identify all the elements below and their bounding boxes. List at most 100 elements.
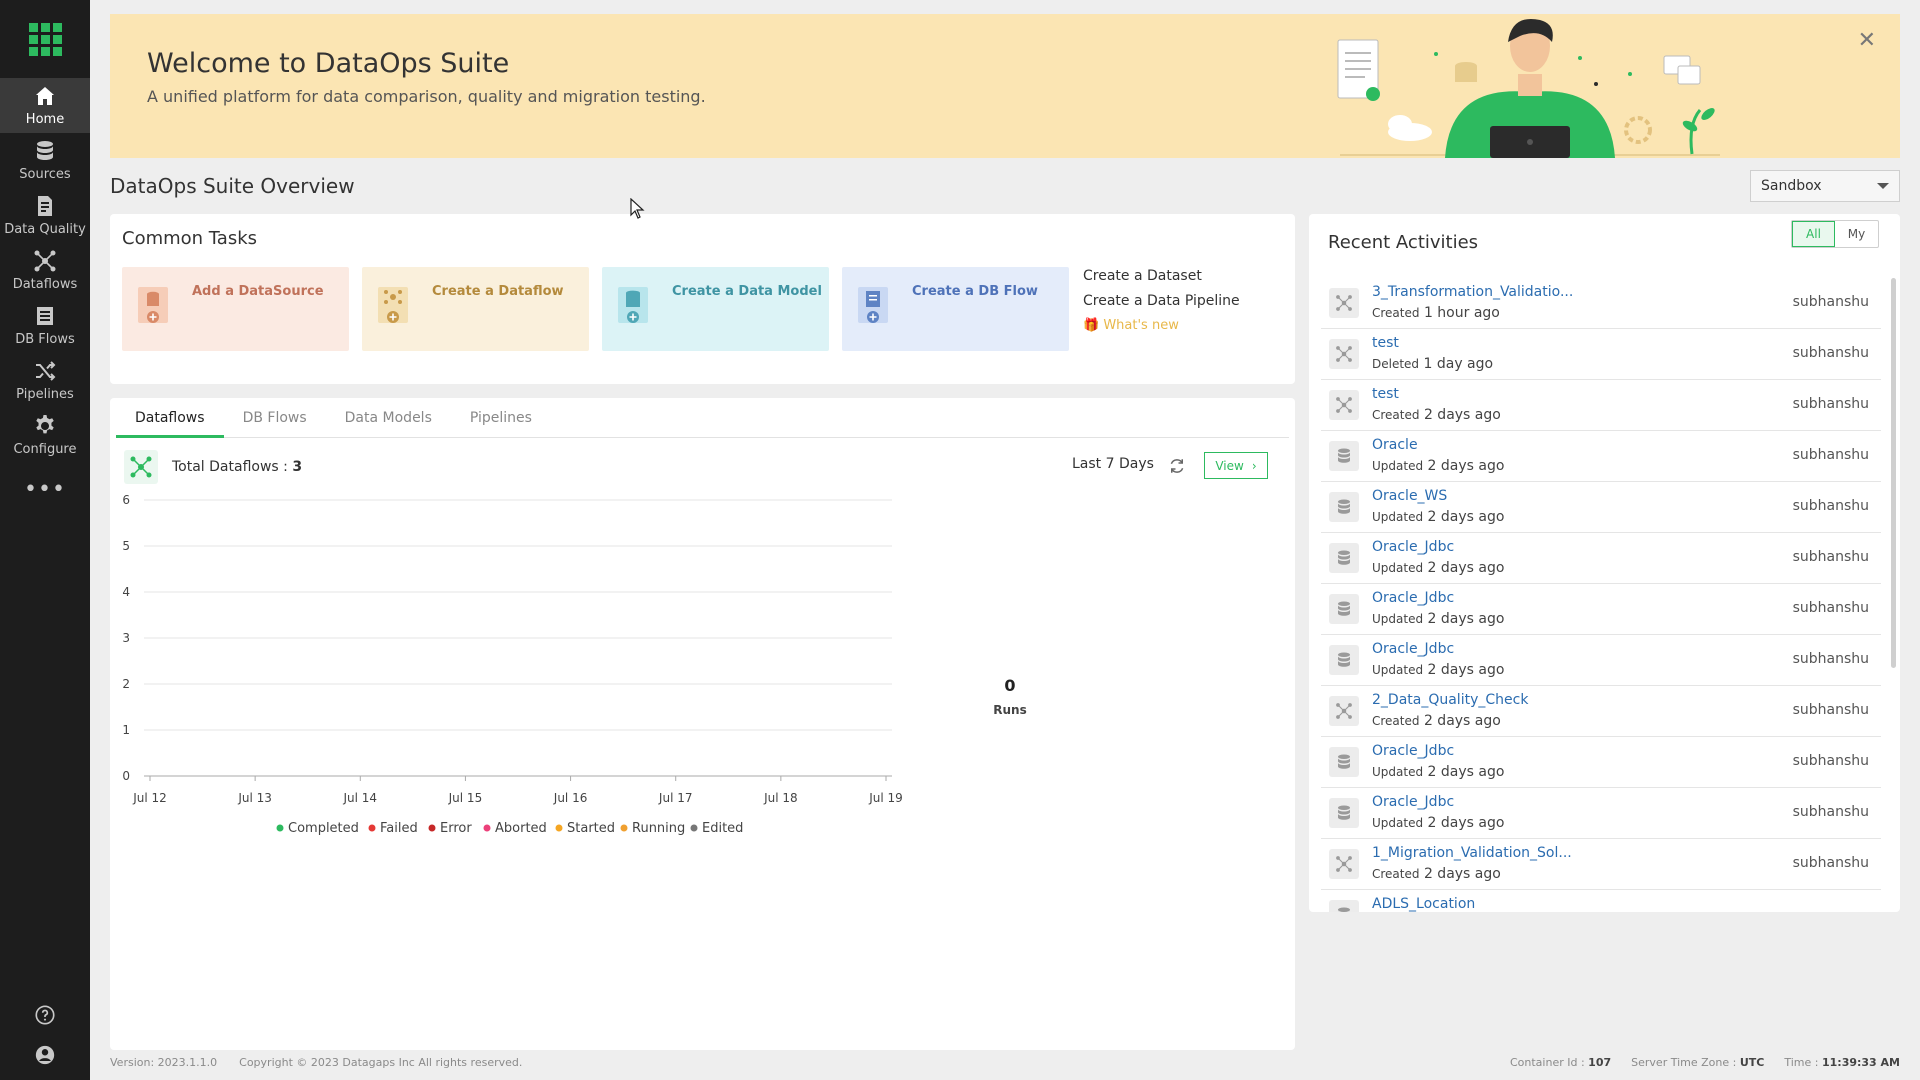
database-icon: [1329, 543, 1359, 573]
activity-row[interactable]: Oracle_WS Updated 2 days ago subhanshu: [1321, 482, 1881, 533]
activity-row[interactable]: Oracle_Jdbc Updated 2 days ago subhanshu: [1321, 737, 1881, 788]
tile-label: Create a Data Model: [672, 284, 822, 299]
activity-name[interactable]: 3_Transformation_Validatio...: [1372, 284, 1573, 300]
activity-name[interactable]: Oracle_Jdbc: [1372, 743, 1454, 759]
activity-row[interactable]: Oracle_Jdbc Updated 2 days ago subhanshu: [1321, 584, 1881, 635]
sidebar-item-sources[interactable]: Sources: [0, 133, 90, 188]
whats-new-link[interactable]: 🎁 What's new: [1083, 318, 1240, 333]
sidebar-item-dataflows[interactable]: Dataflows: [0, 243, 90, 298]
sidebar-item-data-quality[interactable]: Data Quality: [0, 188, 90, 243]
copyright-text: Copyright © 2023 Datagaps Inc All rights…: [239, 1056, 523, 1069]
date-range-label[interactable]: Last 7 Days: [1072, 456, 1154, 472]
activity-row[interactable]: 1_Migration_Validation_Sol... Created 2 d…: [1321, 839, 1881, 890]
y-tick-label: 6: [122, 493, 130, 507]
mouse-cursor-icon: [630, 198, 645, 219]
y-tick-label: 2: [122, 677, 130, 691]
home-icon: [36, 87, 54, 105]
activity-meta: Updated 2 days ago: [1372, 815, 1505, 831]
activity-name[interactable]: 1_Migration_Validation_Sol...: [1372, 845, 1572, 861]
dataflow-icon: [1329, 390, 1359, 420]
tab-db-flows[interactable]: DB Flows: [224, 398, 326, 438]
activity-user: subhanshu: [1792, 651, 1869, 667]
activity-user: subhanshu: [1792, 498, 1869, 514]
sidebar-item-configure[interactable]: Configure: [0, 408, 90, 463]
legend-marker: [276, 824, 284, 832]
activity-user: subhanshu: [1792, 447, 1869, 463]
environment-value: Sandbox: [1761, 178, 1822, 194]
db-flow-icon: [37, 307, 53, 325]
banner-illustration: [1337, 18, 1720, 158]
y-tick-label: 1: [122, 723, 130, 737]
activity-meta: Updated 2 days ago: [1372, 560, 1505, 576]
tab-dataflows[interactable]: Dataflows: [116, 398, 224, 438]
chevron-down-icon: [1877, 183, 1889, 189]
database-icon: [1329, 645, 1359, 675]
activity-name[interactable]: Oracle_Jdbc: [1372, 590, 1454, 606]
view-button[interactable]: View ›: [1204, 452, 1268, 479]
tab-pipelines[interactable]: Pipelines: [451, 398, 551, 438]
sidebar-item-label: Data Quality: [4, 222, 86, 237]
document-check-icon: [38, 196, 52, 216]
close-icon[interactable]: ✕: [1858, 28, 1876, 53]
runs-label: Runs: [993, 703, 1027, 717]
filter-my-button[interactable]: My: [1835, 221, 1878, 247]
tab-data-models[interactable]: Data Models: [326, 398, 451, 438]
legend-label: Running: [632, 821, 685, 836]
runs-count: 0: [1004, 676, 1016, 695]
create-dataflow-tile[interactable]: Create a Dataflow: [362, 267, 589, 351]
sidebar-item-label: Dataflows: [12, 277, 78, 292]
activity-row[interactable]: Oracle_Jdbc Updated 2 days ago subhanshu: [1321, 635, 1881, 686]
sidebar-item-pipelines[interactable]: Pipelines: [0, 353, 90, 408]
recent-activities-title: Recent Activities: [1328, 232, 1479, 253]
more-menu-icon[interactable]: •••: [24, 477, 66, 502]
app-logo[interactable]: [0, 0, 90, 78]
tile-label: Add a DataSource: [192, 284, 324, 299]
environment-select[interactable]: Sandbox: [1750, 170, 1900, 202]
activity-row[interactable]: test Created 2 days ago subhanshu: [1321, 380, 1881, 431]
activity-name[interactable]: Oracle_WS: [1372, 488, 1447, 504]
activity-name[interactable]: Oracle_Jdbc: [1372, 641, 1454, 657]
create-dataset-link[interactable]: Create a Dataset: [1083, 268, 1240, 284]
activity-row[interactable]: Oracle Updated 2 days ago subhanshu: [1321, 431, 1881, 482]
database-icon: [37, 141, 53, 160]
help-icon[interactable]: [34, 1004, 56, 1026]
activity-name[interactable]: 2_Data_Quality_Check: [1372, 692, 1528, 708]
create-db-flow-tile[interactable]: Create a DB Flow: [842, 267, 1069, 351]
create-data-model-tile[interactable]: Create a Data Model: [602, 267, 829, 351]
activity-user: subhanshu: [1792, 396, 1869, 412]
sidebar-item-label: Sources: [19, 167, 71, 182]
activity-scrollbar[interactable]: [1891, 278, 1896, 668]
total-dataflows-label: Total Dataflows :: [172, 459, 293, 475]
legend-marker: [620, 824, 628, 832]
activity-name[interactable]: test: [1372, 386, 1399, 402]
filter-all-button[interactable]: All: [1792, 221, 1835, 247]
activity-name[interactable]: Oracle: [1372, 437, 1418, 453]
activity-meta: Deleted 1 day ago: [1372, 356, 1494, 372]
legend-label: Failed: [380, 821, 418, 836]
activity-row[interactable]: Oracle_Jdbc Updated 2 days ago subhanshu: [1321, 788, 1881, 839]
footer-right: Container Id : 107 Server Time Zone : UT…: [1510, 1056, 1900, 1069]
sidebar-item-home[interactable]: Home: [0, 78, 90, 133]
activity-row[interactable]: 3_Transformation_Validatio... Created 1 h…: [1321, 278, 1881, 329]
database-icon: [1329, 798, 1359, 828]
sidebar-item-label: DB Flows: [15, 332, 75, 347]
create-pipeline-link[interactable]: Create a Data Pipeline: [1083, 293, 1240, 309]
activity-row[interactable]: 2_Data_Quality_Check Created 2 days ago su…: [1321, 686, 1881, 737]
refresh-icon[interactable]: [1168, 457, 1186, 475]
activity-user: subhanshu: [1792, 804, 1869, 820]
add-datasource-tile[interactable]: Add a DataSource: [122, 267, 349, 351]
sidebar-item-label: Configure: [13, 442, 77, 457]
database-icon: [1329, 747, 1359, 777]
activity-row[interactable]: test Deleted 1 day ago subhanshu: [1321, 329, 1881, 380]
legend-label: Edited: [702, 821, 743, 836]
user-profile-icon[interactable]: [34, 1044, 56, 1066]
y-tick-label: 3: [122, 631, 130, 645]
activity-name[interactable]: Oracle_Jdbc: [1372, 539, 1454, 555]
recent-activities-card: Recent Activities All My 3_Transformatio…: [1309, 214, 1900, 912]
activity-row[interactable]: ADLS_Location: [1321, 890, 1881, 912]
activity-name[interactable]: Oracle_Jdbc: [1372, 794, 1454, 810]
activity-row[interactable]: Oracle_Jdbc Updated 2 days ago subhanshu: [1321, 533, 1881, 584]
sidebar-item-db-flows[interactable]: DB Flows: [0, 298, 90, 353]
activity-name[interactable]: test: [1372, 335, 1399, 351]
activity-name[interactable]: ADLS_Location: [1372, 896, 1475, 912]
